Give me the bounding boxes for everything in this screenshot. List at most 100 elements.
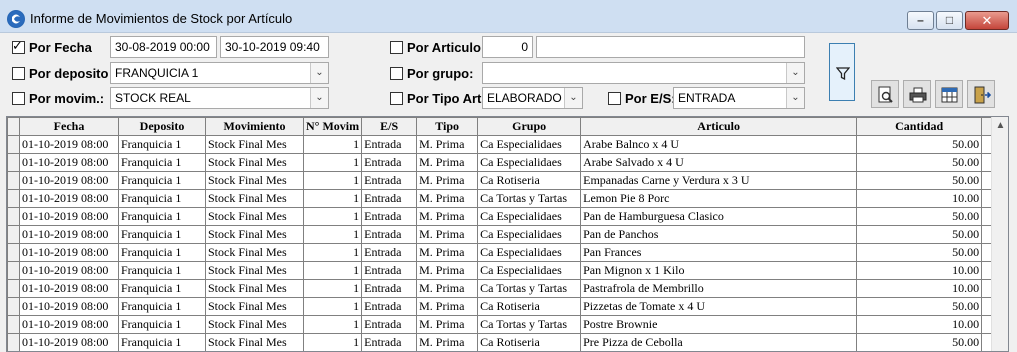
cell-deposito[interactable]: Franquicia 1 (118, 297, 206, 316)
cell-tipo[interactable]: M. Prima (416, 315, 479, 334)
cell-articulo[interactable]: Pizzetas de Tomate x 4 U (580, 297, 858, 316)
cell-fecha[interactable]: 01-10-2019 08:00 (19, 135, 119, 154)
cell-articulo[interactable]: Arabe Salvado x 4 U (580, 153, 858, 172)
cell-fecha[interactable]: 01-10-2019 08:00 (19, 333, 119, 351)
cell-e-s[interactable]: Entrada (361, 297, 418, 316)
cell-grupo[interactable]: Ca Rotiseria (477, 297, 582, 316)
por-tipo-art-checkbox[interactable]: Por Tipo Art. (390, 88, 485, 108)
cell-movimiento[interactable]: Stock Final Mes (205, 171, 304, 190)
row-selector[interactable] (7, 261, 20, 280)
column-header-fecha[interactable]: Fecha (19, 117, 119, 136)
chevron-down-icon[interactable]: ⌄ (564, 88, 582, 108)
cell-grupo[interactable]: Ca Especialidaes (477, 261, 582, 280)
tipo-art-select[interactable]: ELABORADO ⌄ (482, 87, 583, 109)
row-selector[interactable] (7, 333, 20, 351)
table-row[interactable]: 01-10-2019 08:00 Franquicia 1 Stock Final … (7, 189, 994, 208)
cell-fecha[interactable]: 01-10-2019 08:00 (19, 243, 119, 262)
chevron-down-icon[interactable]: ⌄ (786, 63, 804, 83)
cell-deposito[interactable]: Franquicia 1 (118, 171, 206, 190)
table-row[interactable]: 01-10-2019 08:00 Franquicia 1 Stock Final … (7, 279, 994, 298)
cell-tipo[interactable]: M. Prima (416, 207, 479, 226)
table-row[interactable]: 01-10-2019 08:00 Franquicia 1 Stock Final … (7, 207, 994, 226)
table-row[interactable]: 01-10-2019 08:00 Franquicia 1 Stock Final … (7, 315, 994, 334)
por-tipo-art-check-box[interactable] (390, 91, 403, 105)
cell-deposito[interactable]: Franquicia 1 (118, 261, 206, 280)
cell-movimiento[interactable]: Stock Final Mes (205, 135, 304, 154)
cell-tipo[interactable]: M. Prima (416, 297, 479, 316)
cell-articulo[interactable]: Arabe Balnco x 4 U (580, 135, 858, 154)
column-header-movimiento[interactable]: Movimiento (205, 117, 304, 136)
deposito-select[interactable]: FRANQUICIA 1 ⌄ (110, 62, 329, 84)
row-selector[interactable] (7, 279, 20, 298)
por-movim-check-box[interactable] (12, 91, 25, 105)
cell-deposito[interactable]: Franquicia 1 (118, 189, 206, 208)
column-header-cantidad[interactable]: Cantidad (856, 117, 983, 136)
cell-fecha[interactable]: 01-10-2019 08:00 (19, 189, 119, 208)
cell-n-movim[interactable]: 1 (302, 261, 363, 280)
cell-cantidad[interactable]: 50.00 (856, 135, 983, 154)
cell-tipo[interactable]: M. Prima (416, 153, 479, 172)
chevron-down-icon[interactable]: ⌄ (310, 88, 328, 108)
row-selector[interactable] (7, 315, 20, 334)
cell-grupo[interactable]: Ca Especialidaes (477, 153, 582, 172)
cell-e-s[interactable]: Entrada (361, 261, 418, 280)
fecha-hasta-field[interactable]: 30-10-2019 09:40 (220, 36, 329, 58)
close-button[interactable]: ✕ (965, 11, 1009, 30)
cell-articulo[interactable]: Pre Pizza de Cebolla (580, 333, 858, 351)
cell-e-s[interactable]: Entrada (361, 207, 418, 226)
exit-button[interactable] (967, 80, 995, 108)
cell-tipo[interactable]: M. Prima (416, 261, 479, 280)
cell-tipo[interactable]: M. Prima (416, 279, 479, 298)
cell-cantidad[interactable]: 10.00 (856, 315, 983, 334)
cell-articulo[interactable]: Pastrafrola de Membrillo (580, 279, 858, 298)
column-header-grupo[interactable]: Grupo (477, 117, 582, 136)
row-selector[interactable] (7, 207, 20, 226)
cell-movimiento[interactable]: Stock Final Mes (205, 189, 304, 208)
table-row[interactable]: 01-10-2019 08:00 Franquicia 1 Stock Final … (7, 135, 994, 154)
table-row[interactable]: 01-10-2019 08:00 Franquicia 1 Stock Final … (7, 171, 994, 190)
cell-tipo[interactable]: M. Prima (416, 243, 479, 262)
cell-deposito[interactable]: Franquicia 1 (118, 333, 206, 351)
por-deposito-checkbox[interactable]: Por deposito (12, 63, 108, 83)
cell-articulo[interactable]: Postre Brownie (580, 315, 858, 334)
cell-n-movim[interactable]: 1 (302, 297, 363, 316)
cell-e-s[interactable]: Entrada (361, 225, 418, 244)
cell-movimiento[interactable]: Stock Final Mes (205, 225, 304, 244)
cell-tipo[interactable]: M. Prima (416, 189, 479, 208)
row-selector[interactable] (7, 243, 20, 262)
cell-grupo[interactable]: Ca Tortas y Tartas (477, 279, 582, 298)
cell-n-movim[interactable]: 1 (302, 171, 363, 190)
cell-e-s[interactable]: Entrada (361, 279, 418, 298)
column-header-n-movim[interactable]: N° Movim (302, 117, 363, 136)
cell-grupo[interactable]: Ca Rotiseria (477, 171, 582, 190)
cell-movimiento[interactable]: Stock Final Mes (205, 297, 304, 316)
cell-cantidad[interactable]: 50.00 (856, 225, 983, 244)
por-articulo-checkbox[interactable]: Por Articulo: (390, 37, 485, 57)
column-header-e-s[interactable]: E/S (361, 117, 418, 136)
es-select[interactable]: ENTRADA ⌄ (673, 87, 805, 109)
cell-grupo[interactable]: Ca Rotiseria (477, 333, 582, 351)
cell-cantidad[interactable]: 10.00 (856, 279, 983, 298)
cell-e-s[interactable]: Entrada (361, 315, 418, 334)
maximize-button[interactable]: □ (936, 11, 963, 30)
export-excel-button[interactable] (935, 80, 963, 108)
cell-e-s[interactable]: Entrada (361, 171, 418, 190)
cell-fecha[interactable]: 01-10-2019 08:00 (19, 153, 119, 172)
por-es-check-box[interactable] (608, 91, 621, 105)
cell-e-s[interactable]: Entrada (361, 189, 418, 208)
por-grupo-check-box[interactable] (390, 66, 403, 80)
cell-articulo[interactable]: Empanadas Carne y Verdura x 3 U (580, 171, 858, 190)
cell-grupo[interactable]: Ca Tortas y Tartas (477, 189, 582, 208)
cell-e-s[interactable]: Entrada (361, 153, 418, 172)
cell-articulo[interactable]: Pan Frances (580, 243, 858, 262)
cell-articulo[interactable]: Pan de Panchos (580, 225, 858, 244)
cell-n-movim[interactable]: 1 (302, 135, 363, 154)
cell-cantidad[interactable]: 10.00 (856, 189, 983, 208)
chevron-down-icon[interactable]: ⌄ (786, 88, 804, 108)
scroll-up-icon[interactable]: ▲ (992, 117, 1008, 134)
cell-movimiento[interactable]: Stock Final Mes (205, 315, 304, 334)
articulo-code-field[interactable]: 0 (482, 36, 533, 58)
table-row[interactable]: 01-10-2019 08:00 Franquicia 1 Stock Final … (7, 297, 994, 316)
cell-articulo[interactable]: Pan de Hamburguesa Clasico (580, 207, 858, 226)
cell-deposito[interactable]: Franquicia 1 (118, 207, 206, 226)
